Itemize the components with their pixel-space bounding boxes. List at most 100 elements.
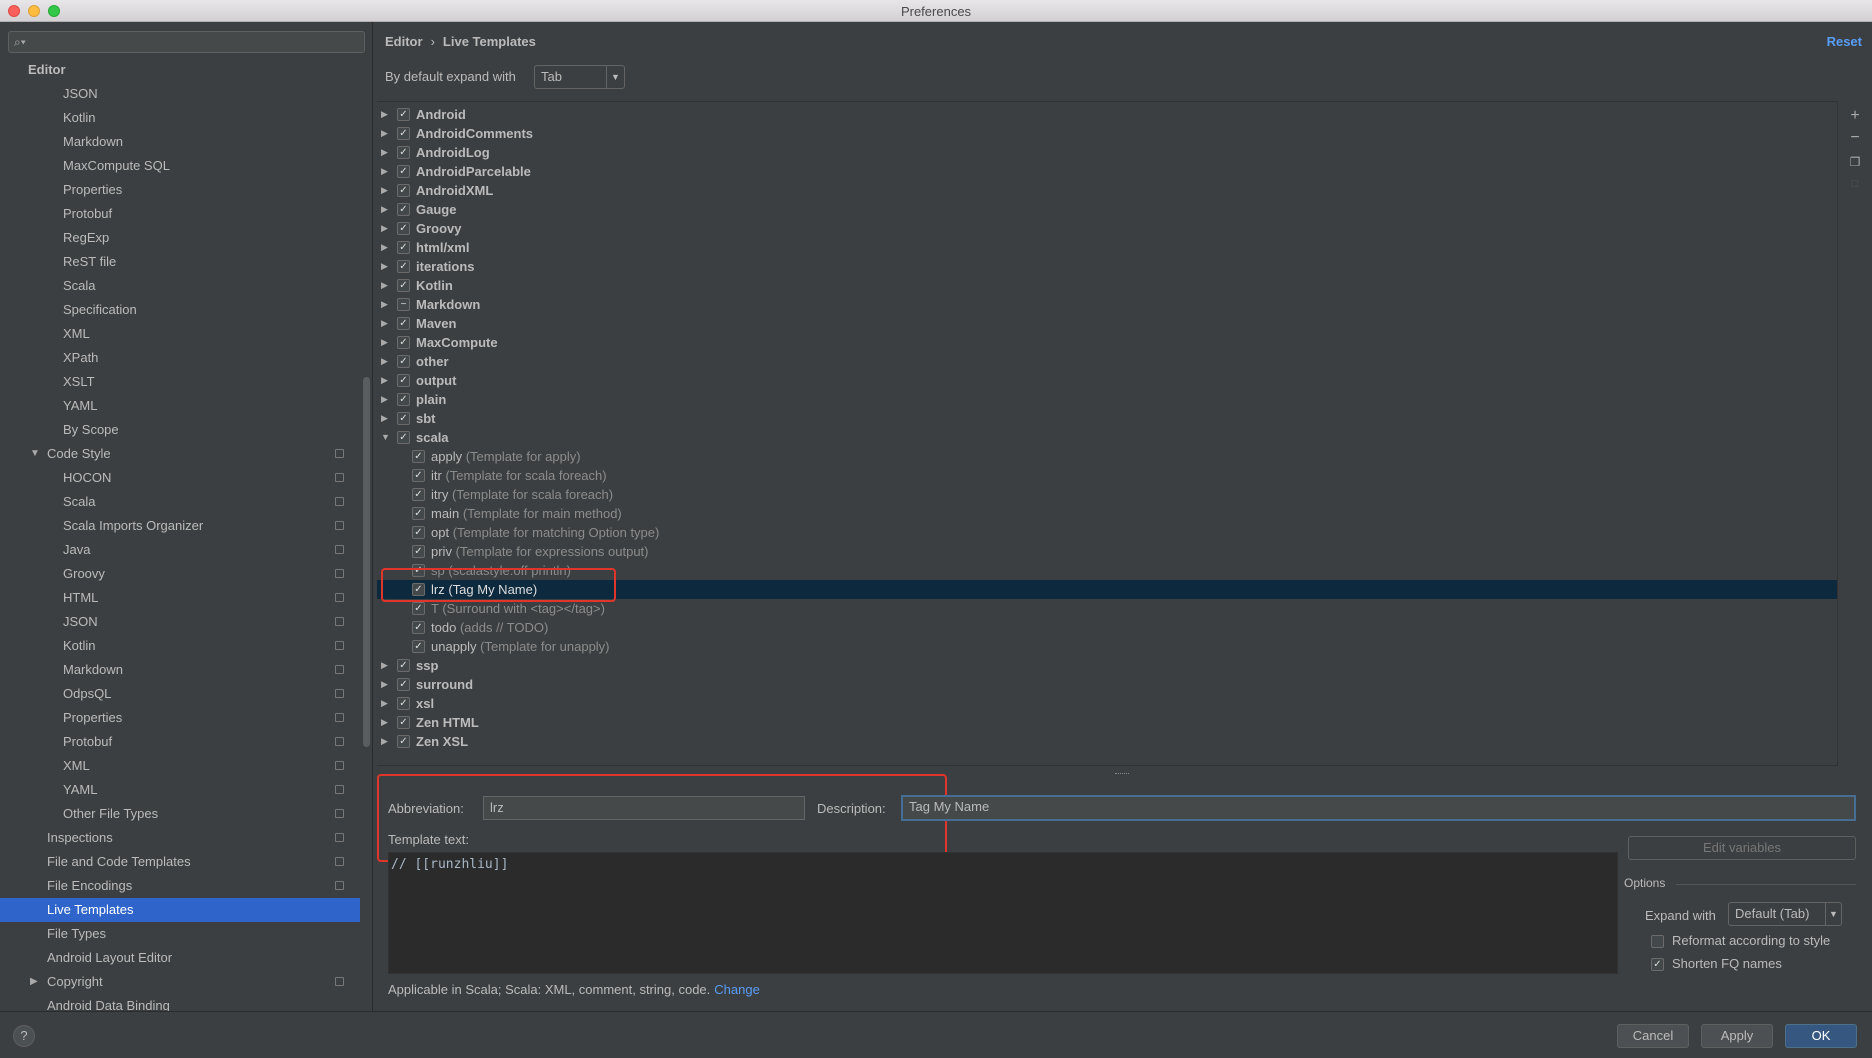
template-checkbox[interactable]: ✓: [412, 507, 425, 520]
sidebar-item[interactable]: JSON: [0, 82, 360, 106]
template-group-checkbox[interactable]: ✓: [397, 431, 410, 444]
sidebar-item[interactable]: OdpsQL: [0, 682, 360, 706]
abbreviation-input[interactable]: lrz: [483, 796, 805, 820]
sidebar-item[interactable]: YAML: [0, 394, 360, 418]
sidebar-item[interactable]: Android Layout Editor: [0, 946, 360, 970]
sidebar-item[interactable]: RegExp: [0, 226, 360, 250]
template-group-row[interactable]: ▶ ✓ Groovy: [377, 219, 1837, 238]
template-group-checkbox[interactable]: ✓: [397, 241, 410, 254]
sidebar-item[interactable]: Properties: [0, 178, 360, 202]
sidebar-item[interactable]: Kotlin: [0, 634, 360, 658]
template-group-checkbox[interactable]: ✓: [397, 393, 410, 406]
template-checkbox[interactable]: ✓: [412, 526, 425, 539]
template-group-row[interactable]: ▼ ✓ scala: [377, 428, 1837, 447]
chevron-down-icon[interactable]: ▼: [30, 442, 40, 466]
chevron-right-icon[interactable]: ▶: [381, 238, 388, 257]
template-row[interactable]: ✓ opt (Template for matching Option type): [377, 523, 1837, 542]
template-text-editor[interactable]: // [[runzhliu]]: [388, 852, 1618, 974]
shorten-fq-checkbox[interactable]: ✓: [1651, 958, 1664, 971]
sidebar-item[interactable]: By Scope: [0, 418, 360, 442]
template-group-checkbox[interactable]: ✓: [397, 222, 410, 235]
template-group-row[interactable]: ▶ ✓ ssp: [377, 656, 1837, 675]
sidebar-item[interactable]: ▼ Code Style: [0, 442, 360, 466]
remove-template-button[interactable]: −: [1846, 129, 1864, 147]
template-group-row[interactable]: ▶ − Markdown: [377, 295, 1837, 314]
restore-template-button[interactable]: □: [1846, 175, 1864, 193]
template-group-row[interactable]: ▶ ✓ Kotlin: [377, 276, 1837, 295]
sidebar-item[interactable]: Markdown: [0, 130, 360, 154]
sidebar-item[interactable]: Android Data Binding: [0, 994, 360, 1011]
sidebar-item[interactable]: File and Code Templates: [0, 850, 360, 874]
template-group-row[interactable]: ▶ ✓ surround: [377, 675, 1837, 694]
sidebar-item[interactable]: XML: [0, 754, 360, 778]
template-group-row[interactable]: ▶ ✓ xsl: [377, 694, 1837, 713]
template-group-checkbox[interactable]: ✓: [397, 659, 410, 672]
sidebar-item[interactable]: Scala: [0, 490, 360, 514]
chevron-right-icon[interactable]: ▶: [381, 732, 388, 751]
template-group-row[interactable]: ▶ ✓ AndroidParcelable: [377, 162, 1837, 181]
sidebar-item[interactable]: Properties: [0, 706, 360, 730]
chevron-right-icon[interactable]: ▶: [381, 105, 388, 124]
expand-with-select[interactable]: Default (Tab) ▼: [1728, 902, 1842, 926]
template-group-row[interactable]: ▶ ✓ iterations: [377, 257, 1837, 276]
template-group-row[interactable]: ▶ ✓ html/xml: [377, 238, 1837, 257]
sidebar-item[interactable]: Groovy: [0, 562, 360, 586]
template-group-checkbox[interactable]: −: [397, 298, 410, 311]
template-group-checkbox[interactable]: ✓: [397, 146, 410, 159]
template-group-checkbox[interactable]: ✓: [397, 336, 410, 349]
chevron-right-icon[interactable]: ▶: [381, 314, 388, 333]
sidebar-scrollbar[interactable]: [363, 377, 370, 747]
sidebar-item[interactable]: File Types: [0, 922, 360, 946]
template-checkbox[interactable]: ✓: [412, 545, 425, 558]
template-group-checkbox[interactable]: ✓: [397, 260, 410, 273]
template-group-row[interactable]: ▶ ✓ AndroidLog: [377, 143, 1837, 162]
template-row[interactable]: ✓ apply (Template for apply): [377, 447, 1837, 466]
chevron-right-icon[interactable]: ▶: [381, 333, 388, 352]
template-group-row[interactable]: ▶ ✓ AndroidXML: [377, 181, 1837, 200]
chevron-right-icon[interactable]: ▶: [30, 970, 38, 994]
default-expand-select[interactable]: Tab ▼: [534, 65, 625, 89]
apply-button[interactable]: Apply: [1701, 1024, 1773, 1048]
chevron-right-icon[interactable]: ▶: [381, 219, 388, 238]
template-row[interactable]: ✓ priv (Template for expressions output): [377, 542, 1837, 561]
template-group-checkbox[interactable]: ✓: [397, 697, 410, 710]
template-group-row[interactable]: ▶ ✓ other: [377, 352, 1837, 371]
chevron-right-icon[interactable]: ▶: [381, 124, 388, 143]
sidebar-item[interactable]: Protobuf: [0, 730, 360, 754]
reformat-checkbox[interactable]: [1651, 935, 1664, 948]
sidebar-item[interactable]: Markdown: [0, 658, 360, 682]
template-group-row[interactable]: ▶ ✓ Gauge: [377, 200, 1837, 219]
template-row[interactable]: ✓ main (Template for main method): [377, 504, 1837, 523]
chevron-right-icon[interactable]: ▶: [381, 181, 388, 200]
ok-button[interactable]: OK: [1785, 1024, 1857, 1048]
template-checkbox[interactable]: ✓: [412, 602, 425, 615]
template-group-row[interactable]: ▶ ✓ Android: [377, 105, 1837, 124]
sidebar-item[interactable]: XML: [0, 322, 360, 346]
template-group-checkbox[interactable]: ✓: [397, 317, 410, 330]
template-checkbox[interactable]: ✓: [412, 450, 425, 463]
edit-variables-button[interactable]: Edit variables: [1628, 836, 1856, 860]
chevron-right-icon[interactable]: ▶: [381, 409, 388, 428]
sidebar-item[interactable]: XPath: [0, 346, 360, 370]
template-group-row[interactable]: ▶ ✓ Zen XSL: [377, 732, 1837, 751]
chevron-right-icon[interactable]: ▶: [381, 390, 388, 409]
sidebar-item[interactable]: Protobuf: [0, 202, 360, 226]
template-checkbox[interactable]: ✓: [412, 621, 425, 634]
template-group-row[interactable]: ▶ ✓ AndroidComments: [377, 124, 1837, 143]
chevron-right-icon[interactable]: ▶: [381, 675, 388, 694]
sidebar-item[interactable]: HOCON: [0, 466, 360, 490]
chevron-right-icon[interactable]: ▶: [381, 257, 388, 276]
template-group-checkbox[interactable]: ✓: [397, 716, 410, 729]
template-row[interactable]: ✓ todo (adds // TODO): [377, 618, 1837, 637]
template-group-checkbox[interactable]: ✓: [397, 412, 410, 425]
template-group-checkbox[interactable]: ✓: [397, 355, 410, 368]
help-button[interactable]: ?: [13, 1025, 35, 1047]
template-group-checkbox[interactable]: ✓: [397, 184, 410, 197]
sidebar-item[interactable]: ▶ Copyright: [0, 970, 360, 994]
template-group-row[interactable]: ▶ ✓ MaxCompute: [377, 333, 1837, 352]
template-group-checkbox[interactable]: ✓: [397, 203, 410, 216]
chevron-right-icon[interactable]: ▶: [381, 162, 388, 181]
template-group-row[interactable]: ▶ ✓ plain: [377, 390, 1837, 409]
chevron-right-icon[interactable]: ▶: [381, 656, 388, 675]
description-input[interactable]: Tag My Name: [901, 795, 1856, 821]
